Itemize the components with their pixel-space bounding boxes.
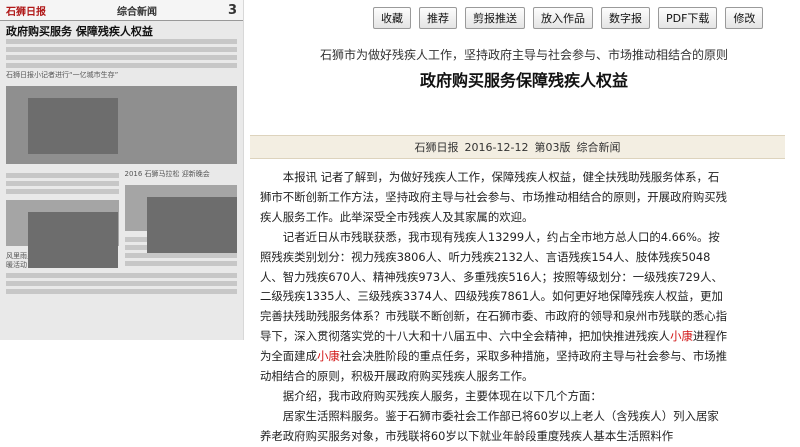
thumbnail-columns: 风里雨里踏进社区开展困难家庭送温暖活动 2016 石狮马拉松 迎新晚会: [6, 170, 237, 270]
article-meta-bar: 石狮日报 2016-12-12 第03版 综合新闻: [250, 135, 785, 159]
newspaper-page-thumbnail[interactable]: 石狮日报 综合新闻 3 政府购买服务 保障残疾人权益 石狮日报小记者进行“一亿城…: [0, 0, 244, 340]
pdf-download-button[interactable]: PDF下载: [658, 7, 718, 29]
highlight-keyword-1: 小康: [670, 329, 693, 344]
article-body: 本报讯 记者了解到，为做好残疾人工作，保障残疾人权益，健全扶残助残服务体系，石狮…: [260, 168, 730, 447]
article-date: 2016-12-12: [464, 140, 529, 154]
add-to-works-button[interactable]: 放入作品: [533, 7, 593, 29]
recommend-button[interactable]: 推荐: [419, 7, 457, 29]
thumbnail-body: 政府购买服务 保障残疾人权益 石狮日报小记者进行“一亿城市生存” 风里雨里踏进社…: [0, 21, 243, 301]
highlight-keyword-2: 小康: [316, 349, 340, 364]
edit-button[interactable]: 修改: [725, 7, 764, 29]
paragraph-2-text-a: 记者近日从市残联获悉，我市现有残疾人13299人，约占全市地方总人口的4.66%…: [260, 229, 728, 344]
thumbnail-photo-1: [6, 86, 237, 164]
thumbnail-text-lines: [6, 39, 237, 68]
thumbnail-logo: 石狮日报: [6, 6, 46, 18]
thumbnail-page-number: 3: [227, 2, 237, 18]
article-subtitle: 石狮市为做好残疾人工作，坚持政府主导与社会参与、市场推动相结合的原则: [319, 48, 728, 62]
thumbnail-section: 综合新闻: [116, 6, 157, 18]
article-section: 综合新闻: [576, 141, 621, 154]
article-source: 石狮日报: [414, 141, 459, 154]
thumbnail-photo-3: [124, 185, 237, 253]
article-page: 第03版: [534, 141, 571, 154]
collect-button[interactable]: 收藏: [373, 7, 411, 29]
thumbnail-photo-2: [6, 200, 119, 268]
digital-paper-button[interactable]: 数字报: [601, 7, 650, 29]
article-paragraph-1: 本报讯 记者了解到，为做好残疾人工作，保障残疾人权益，健全扶残助残服务体系，石狮…: [260, 170, 728, 224]
article-paragraph-3: 据介绍，我市政府购买残疾人服务，主要体现在以下几个方面：: [282, 388, 602, 403]
thumbnail-header: 石狮日报 综合新闻 3: [0, 0, 243, 21]
thumbnail-headline: 政府购买服务 保障残疾人权益: [6, 25, 153, 38]
article-paragraph-2: 记者近日从市残联获悉，我市现有残疾人13299人，约占全市地方总人口的4.66%…: [260, 228, 730, 387]
thumbnail-caption-3: 2016 石狮马拉松 迎新晚会: [124, 170, 210, 178]
article-paragraph-4: 居家生活照料服务。鉴于石狮市委社会工作部已将60岁以上老人（含残疾人）列入居家养…: [260, 408, 719, 443]
thumbnail-caption-1: 石狮日报小记者进行“一亿城市生存”: [6, 71, 119, 79]
clip-push-button[interactable]: 剪报推送: [465, 7, 525, 29]
article-toolbar: 收藏 推荐 剪报推送 放入作品 数字报 PDF下载 修改: [373, 7, 764, 29]
article-title: 政府购买服务保障残疾人权益: [419, 71, 628, 90]
